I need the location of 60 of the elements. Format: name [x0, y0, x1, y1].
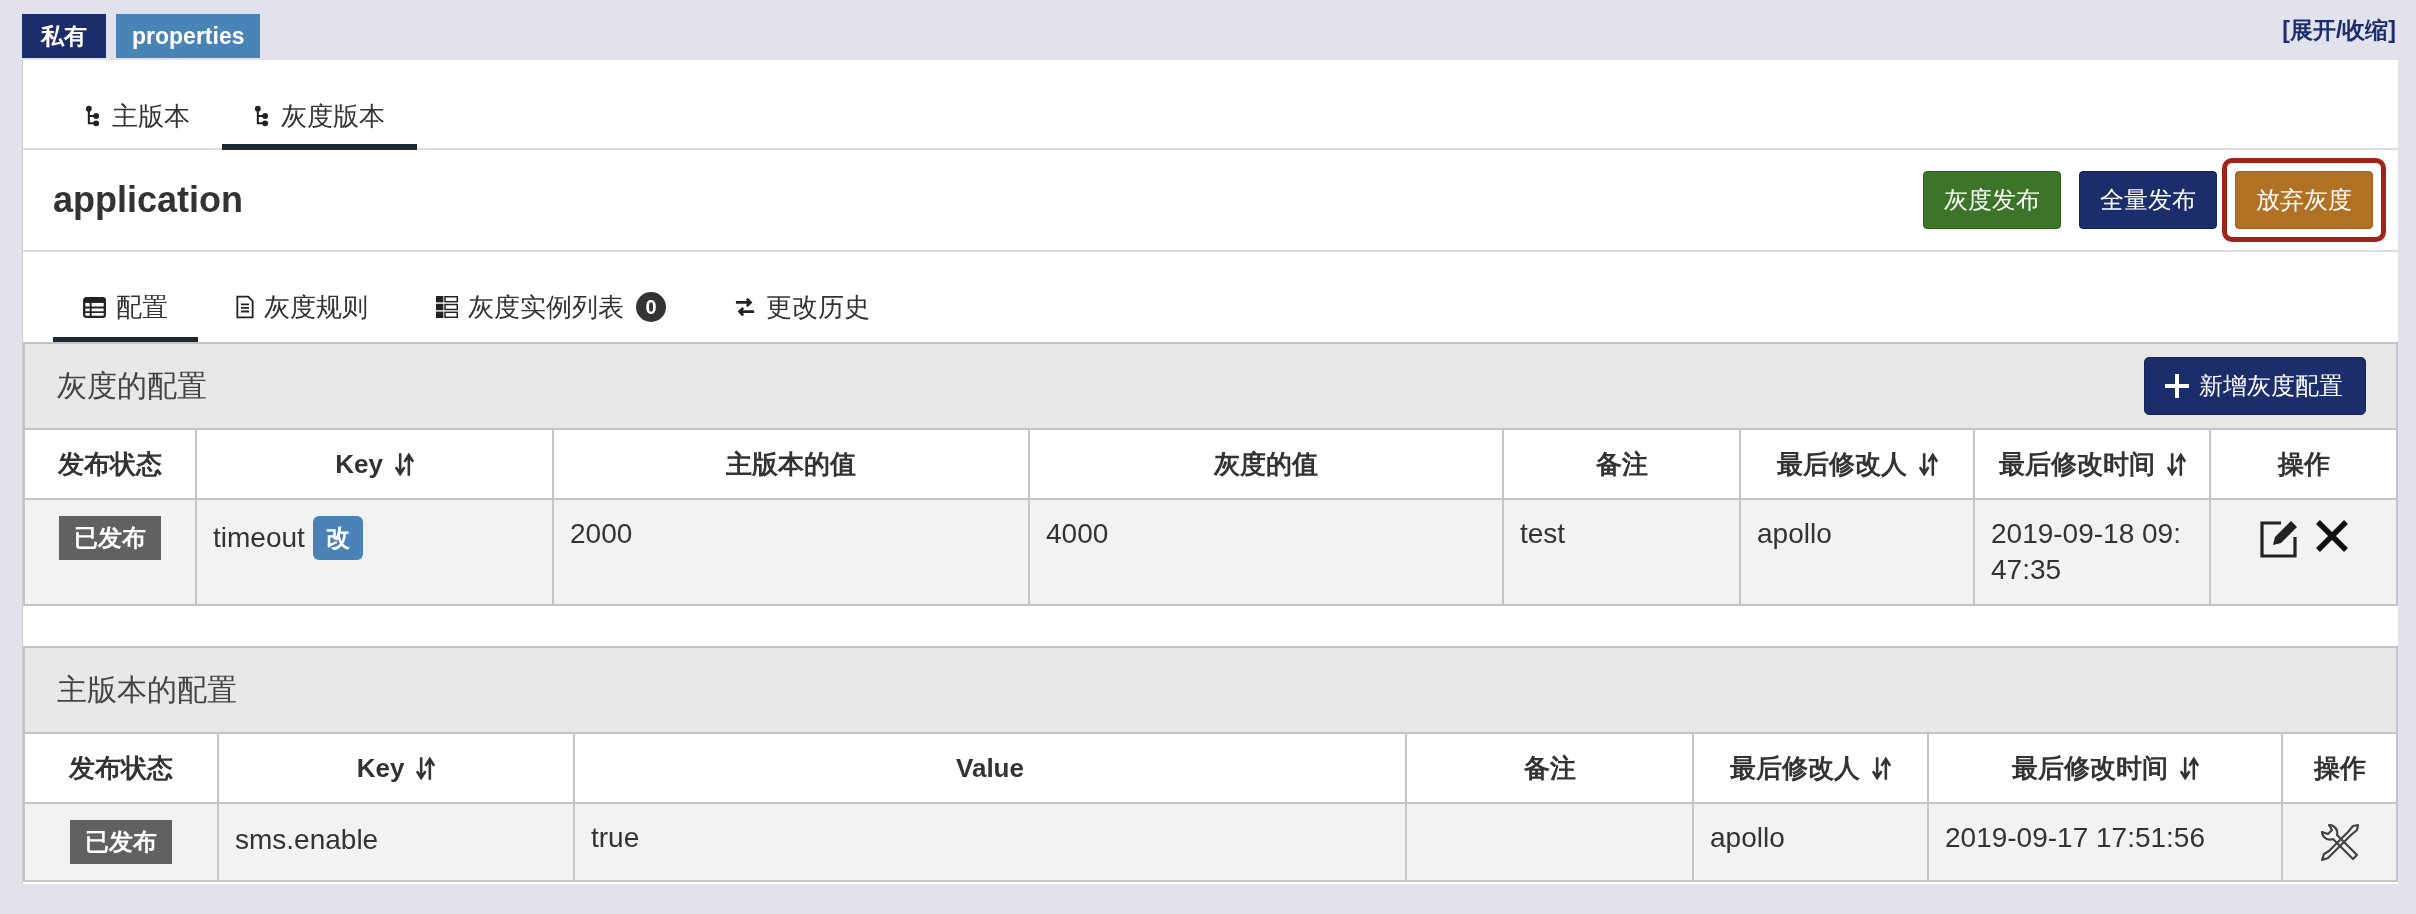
- abandon-release-button[interactable]: 放弃灰度: [2235, 171, 2373, 229]
- scope-badge: 私有: [22, 14, 106, 58]
- cross-icon[interactable]: [2314, 519, 2349, 553]
- plus-icon: [2165, 374, 2189, 398]
- sort-icon[interactable]: [2179, 757, 2199, 780]
- cell-text: test: [1520, 518, 1566, 549]
- column-header: Key: [335, 449, 383, 479]
- cell-text: 4000: [1046, 518, 1109, 549]
- status-badge: 已发布: [59, 516, 161, 560]
- cell-text: true: [591, 822, 640, 853]
- document-icon: [236, 295, 254, 319]
- column-header: 发布状态: [58, 449, 162, 479]
- cell-text: 2000: [570, 518, 633, 549]
- tools-icon[interactable]: [2319, 823, 2360, 863]
- column-header: 操作: [2277, 449, 2330, 479]
- section-tab[interactable]: 灰度实例列表 0: [406, 289, 696, 342]
- full-release-button[interactable]: 全量发布: [2079, 171, 2217, 229]
- modified-badge: 改: [312, 516, 363, 560]
- status-badge: 已发布: [70, 820, 172, 864]
- column-header: 操作: [2313, 753, 2366, 783]
- config-key: timeout: [213, 522, 305, 553]
- cell-text: apollo: [1710, 822, 1785, 853]
- sort-icon[interactable]: [416, 757, 436, 780]
- column-header: 发布状态: [69, 753, 173, 783]
- column-header: Value: [956, 753, 1024, 783]
- version-tab[interactable]: 灰度版本: [222, 98, 417, 150]
- column-header: 主版本的值: [726, 449, 856, 479]
- server-icon: [436, 296, 458, 318]
- section-tab[interactable]: 灰度规则: [206, 289, 398, 342]
- sort-icon[interactable]: [394, 453, 414, 476]
- column-header: 最后修改人: [1730, 753, 1860, 783]
- add-config-button[interactable]: 新增灰度配置: [2144, 357, 2366, 415]
- count-badge: 0: [636, 292, 666, 322]
- table-icon: [83, 296, 106, 318]
- cell-text: 2019-09-17 17:51:56: [1945, 822, 2205, 853]
- expand-collapse-link[interactable]: [展开/收缩]: [2282, 14, 2396, 46]
- format-badge: properties: [116, 14, 261, 58]
- column-header: 备注: [1523, 753, 1576, 783]
- column-header: 灰度的值: [1214, 449, 1318, 479]
- version-tab[interactable]: 主版本: [53, 98, 222, 150]
- column-header: 最后修改时间: [1998, 449, 2155, 479]
- column-header: 最后修改时间: [2011, 753, 2168, 783]
- namespace-title: application: [53, 179, 244, 221]
- cell-text: 2019-09-18 09:47:35: [1991, 518, 2181, 585]
- sort-icon[interactable]: [1872, 757, 1891, 780]
- cell-text: apollo: [1757, 518, 1832, 549]
- column-header: 最后修改人: [1776, 449, 1907, 479]
- column-header: 备注: [1595, 449, 1648, 479]
- section-tab[interactable]: 更改历史: [704, 289, 900, 342]
- edit-icon[interactable]: [2258, 519, 2299, 559]
- branch-icon: [85, 105, 100, 127]
- section-title: 灰度的配置: [57, 367, 207, 404]
- swap-arrows-icon: [734, 297, 756, 317]
- config-key: sms.enable: [235, 823, 379, 855]
- section-title: 主版本的配置: [57, 671, 237, 708]
- sort-icon[interactable]: [1918, 453, 1938, 476]
- branch-icon: [254, 105, 269, 127]
- column-header: Key: [356, 753, 405, 783]
- staged-release-button[interactable]: 灰度发布: [1923, 171, 2061, 229]
- sort-icon[interactable]: [2166, 453, 2186, 476]
